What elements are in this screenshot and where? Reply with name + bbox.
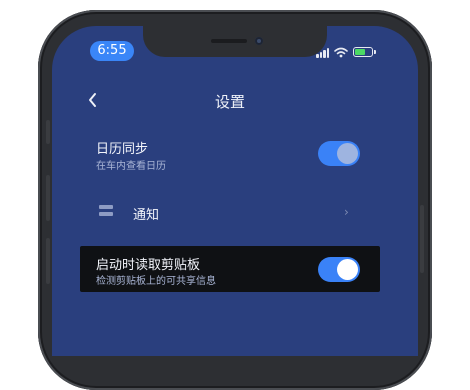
notification-label[interactable]: 通知	[133, 204, 159, 223]
chevron-right-icon[interactable]: ›	[344, 205, 349, 219]
volume-down-button	[46, 238, 50, 284]
back-button[interactable]	[88, 88, 104, 112]
battery-icon	[353, 47, 376, 57]
status-icons	[316, 45, 376, 59]
calendar-sync-toggle[interactable]	[318, 141, 360, 166]
page-title: 设置	[214, 93, 245, 111]
clipboard-subtitle: 检测剪贴板上的可共享信息	[96, 276, 216, 287]
clipboard-title: 启动时读取剪贴板	[96, 258, 201, 273]
screen	[52, 26, 418, 356]
clipboard-toggle[interactable]	[318, 257, 360, 282]
volume-up-button	[46, 175, 50, 221]
front-camera	[255, 37, 263, 45]
list-icon	[99, 204, 113, 218]
status-time: 6:55	[90, 41, 134, 61]
toggle-knob	[337, 143, 358, 164]
chevron-left-icon	[89, 93, 96, 107]
power-button	[420, 205, 424, 273]
calendar-sync-subtitle: 在车内查看日历	[96, 161, 166, 172]
wifi-icon	[334, 47, 348, 57]
volume-button	[46, 120, 50, 144]
calendar-sync-title: 日历同步	[96, 142, 149, 157]
speaker	[211, 39, 247, 43]
toggle-knob	[337, 259, 358, 280]
cellular-signal-icon	[316, 47, 329, 58]
